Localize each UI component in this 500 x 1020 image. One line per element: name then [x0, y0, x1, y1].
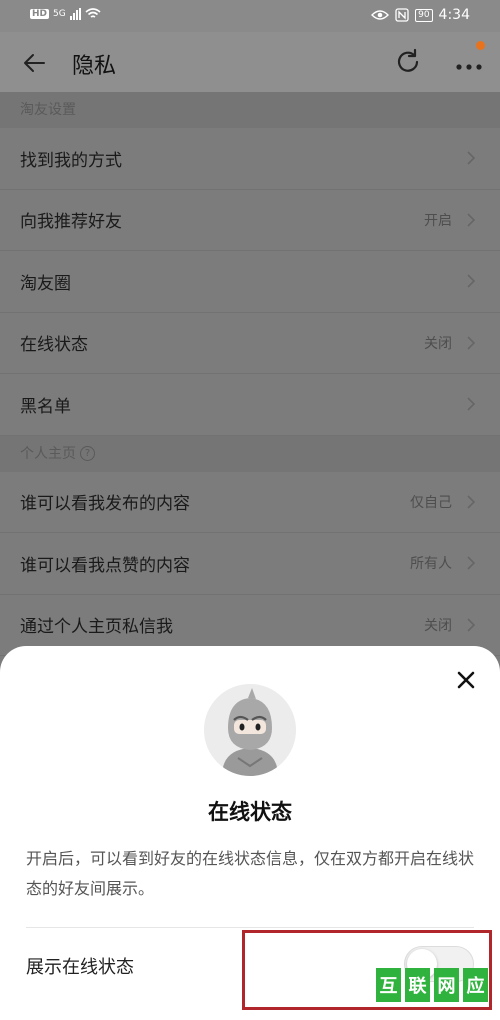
section-header-friends: 淘友设置 — [0, 92, 500, 128]
chevron-right-icon — [467, 274, 476, 288]
chevron-right-icon — [467, 151, 476, 165]
clock: 4:34 — [438, 7, 470, 23]
row-online-status[interactable]: 在线状态 关闭 — [0, 313, 500, 374]
chevron-right-icon — [467, 397, 476, 411]
status-left: HD 5G — [30, 8, 101, 20]
chevron-right-icon — [467, 495, 476, 509]
row-blacklist[interactable]: 黑名单 — [0, 374, 500, 436]
row-value: 关闭 — [424, 335, 452, 352]
row-label: 找到我的方式 — [20, 150, 122, 171]
wifi-icon — [85, 8, 101, 18]
network-label: 5G — [53, 9, 66, 19]
status-bar: HD 5G 90 4:34 — [0, 0, 500, 32]
row-label: 谁可以看我点赞的内容 — [20, 555, 190, 576]
row-label: 谁可以看我发布的内容 — [20, 494, 190, 515]
back-arrow-icon[interactable] — [20, 48, 50, 78]
row-label: 黑名单 — [20, 396, 71, 417]
row-value: 仅自己 — [410, 494, 452, 511]
row-who-see-likes[interactable]: 谁可以看我点赞的内容 所有人 — [0, 533, 500, 595]
more-icon[interactable] — [452, 46, 486, 80]
chevron-right-icon — [467, 556, 476, 570]
status-right: 90 4:34 — [371, 7, 470, 23]
nfc-icon — [395, 8, 409, 22]
row-label: 在线状态 — [20, 335, 88, 356]
eye-icon — [371, 10, 390, 20]
chevron-right-icon — [467, 336, 476, 350]
ninja-mascot-icon — [204, 684, 296, 776]
battery-icon: 90 — [415, 8, 433, 22]
watermark-logo: 互联网应 — [376, 968, 492, 1016]
chevron-right-icon — [467, 213, 476, 227]
row-value: 开启 — [424, 212, 452, 229]
show-online-status-label: 展示在线状态 — [26, 957, 134, 978]
watermark-chars: 互联网应 — [376, 968, 492, 1002]
chevron-right-icon — [467, 618, 476, 632]
row-friend-circle[interactable]: 淘友圈 — [0, 251, 500, 313]
hd-badge: HD — [30, 9, 50, 19]
row-value: 关闭 — [424, 617, 452, 634]
watermark-char: 网 — [434, 968, 459, 1002]
row-value: 所有人 — [410, 556, 452, 573]
page-title: 隐私 — [72, 54, 117, 79]
app-header: 隐私 — [0, 32, 500, 92]
row-recommend-friends[interactable]: 向我推荐好友 开启 — [0, 190, 500, 251]
watermark-char: 互 — [376, 968, 401, 1002]
online-status-sheet: 在线状态 开启后，可以看到好友的在线状态信息，仅在双方都开启在线状态的好友间展示… — [0, 646, 500, 1020]
refresh-icon[interactable] — [392, 46, 424, 78]
watermark-char: 应 — [463, 968, 488, 1002]
divider — [26, 927, 474, 928]
signal-icon — [69, 8, 81, 20]
watermark-char: 联 — [405, 968, 430, 1002]
row-label: 淘友圈 — [20, 273, 71, 294]
section-header-profile: 个人主页 ? — [0, 435, 500, 472]
row-label: 通过个人主页私信我 — [20, 617, 173, 638]
section-title: 淘友设置 — [20, 102, 76, 118]
row-who-see-posts[interactable]: 谁可以看我发布的内容 仅自己 — [0, 472, 500, 533]
row-find-me[interactable]: 找到我的方式 — [0, 128, 500, 190]
close-icon[interactable] — [454, 668, 478, 692]
section-title: 个人主页 — [20, 445, 76, 462]
notification-dot — [476, 41, 485, 50]
mascot-avatar — [204, 684, 296, 776]
sheet-title: 在线状态 — [208, 800, 292, 824]
settings-list: 淘友设置 找到我的方式 向我推荐好友 开启 淘友圈 在线状态 关闭 黑名单 个人… — [0, 92, 500, 656]
sheet-description: 开启后，可以看到好友的在线状态信息，仅在双方都开启在线状态的好友间展示。 — [26, 849, 475, 898]
help-icon[interactable]: ? — [80, 446, 95, 461]
row-label: 向我推荐好友 — [20, 212, 122, 233]
